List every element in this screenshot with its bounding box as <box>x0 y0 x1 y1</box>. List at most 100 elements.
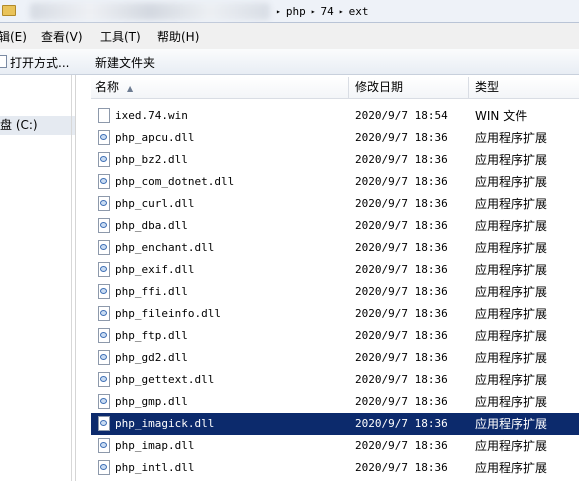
column-header-date[interactable]: 修改日期 <box>349 77 469 98</box>
file-date: 2020/9/7 18:54 <box>355 109 448 122</box>
file-date: 2020/9/7 18:36 <box>355 417 448 430</box>
breadcrumb-item[interactable]: 74 <box>321 5 334 18</box>
column-header-type[interactable]: 类型 <box>469 77 579 98</box>
dll-icon <box>98 262 110 277</box>
file-date: 2020/9/7 18:36 <box>355 395 448 408</box>
dll-icon <box>98 416 110 431</box>
file-name: php_imagick.dll <box>115 417 215 430</box>
dll-icon <box>98 196 110 211</box>
file-row[interactable]: php_gettext.dll 2020/9/7 18:36 应用程序扩展 <box>91 369 579 391</box>
file-row-selected[interactable]: php_imagick.dll 2020/9/7 18:36 应用程序扩展 <box>91 413 579 435</box>
file-type: 应用程序扩展 <box>475 131 548 145</box>
file-row[interactable]: php_com_dotnet.dll 2020/9/7 18:36 应用程序扩展 <box>91 171 579 193</box>
dll-icon <box>98 394 110 409</box>
dll-icon <box>98 130 110 145</box>
file-row[interactable]: php_exif.dll 2020/9/7 18:36 应用程序扩展 <box>91 259 579 281</box>
nav-item-drive-c[interactable]: 盘 (C:) <box>0 116 75 135</box>
file-date: 2020/9/7 18:36 <box>355 439 448 452</box>
dll-icon <box>98 350 110 365</box>
file-list: ixed.74.win 2020/9/7 18:54 WIN 文件 php_apcu.… <box>91 105 579 479</box>
file-type: WIN 文件 <box>475 109 528 123</box>
file-name: php_gettext.dll <box>115 373 215 386</box>
nav-item-label: 盘 (C:) <box>0 118 38 132</box>
dll-icon <box>98 152 110 167</box>
file-row[interactable]: ixed.74.win 2020/9/7 18:54 WIN 文件 <box>91 105 579 127</box>
file-name: php_dba.dll <box>115 219 188 232</box>
file-type: 应用程序扩展 <box>475 307 548 321</box>
dll-icon <box>98 328 110 343</box>
file-date: 2020/9/7 18:36 <box>355 131 448 144</box>
column-header-name[interactable]: 名称 ▲ <box>91 77 349 98</box>
document-icon <box>0 55 7 68</box>
file-type: 应用程序扩展 <box>475 219 548 233</box>
file-row[interactable]: php_fileinfo.dll 2020/9/7 18:36 应用程序扩展 <box>91 303 579 325</box>
file-type: 应用程序扩展 <box>475 417 548 431</box>
navigation-pane: 盘 (C:) <box>0 75 76 481</box>
file-name: php_com_dotnet.dll <box>115 175 235 188</box>
dll-icon <box>98 240 110 255</box>
file-type: 应用程序扩展 <box>475 153 548 167</box>
file-name: php_gmp.dll <box>115 395 188 408</box>
file-name: php_fileinfo.dll <box>115 307 221 320</box>
file-row[interactable]: php_enchant.dll 2020/9/7 18:36 应用程序扩展 <box>91 237 579 259</box>
open-with-button[interactable]: 打开方式... <box>10 54 69 71</box>
file-name: php_curl.dll <box>115 197 195 210</box>
file-type: 应用程序扩展 <box>475 285 548 299</box>
file-name: php_ffi.dll <box>115 285 188 298</box>
file-date: 2020/9/7 18:36 <box>355 241 448 254</box>
file-row[interactable]: php_imap.dll 2020/9/7 18:36 应用程序扩展 <box>91 435 579 457</box>
dll-icon <box>98 284 110 299</box>
file-date: 2020/9/7 18:36 <box>355 307 448 320</box>
file-name: php_gd2.dll <box>115 351 188 364</box>
menu-bar: 辑(E) 查看(V) 工具(T) 帮助(H) <box>0 23 579 49</box>
dll-icon <box>98 460 110 475</box>
file-date: 2020/9/7 18:36 <box>355 175 448 188</box>
file-row[interactable]: php_ffi.dll 2020/9/7 18:36 应用程序扩展 <box>91 281 579 303</box>
breadcrumb: ▸ php ▸ 74 ▸ ext <box>276 4 368 19</box>
new-folder-button[interactable]: 新建文件夹 <box>95 54 155 71</box>
file-icon <box>98 108 110 123</box>
chevron-right-icon[interactable]: ▸ <box>339 7 344 16</box>
file-name: php_exif.dll <box>115 263 195 276</box>
file-type: 应用程序扩展 <box>475 461 548 475</box>
sort-ascending-icon: ▲ <box>127 84 134 93</box>
menu-help[interactable]: 帮助(H) <box>157 28 199 45</box>
file-row[interactable]: php_intl.dll 2020/9/7 18:36 应用程序扩展 <box>91 457 579 479</box>
file-date: 2020/9/7 18:36 <box>355 329 448 342</box>
menu-tools[interactable]: 工具(T) <box>100 28 141 45</box>
dll-icon <box>98 174 110 189</box>
dll-icon <box>98 218 110 233</box>
folder-icon <box>2 5 16 16</box>
file-date: 2020/9/7 18:36 <box>355 197 448 210</box>
file-row[interactable]: php_apcu.dll 2020/9/7 18:36 应用程序扩展 <box>91 127 579 149</box>
file-date: 2020/9/7 18:36 <box>355 219 448 232</box>
file-date: 2020/9/7 18:36 <box>355 263 448 276</box>
menu-view[interactable]: 查看(V) <box>41 28 83 45</box>
file-type: 应用程序扩展 <box>475 373 548 387</box>
file-name: php_intl.dll <box>115 461 195 474</box>
file-name: php_bz2.dll <box>115 153 188 166</box>
file-row[interactable]: php_bz2.dll 2020/9/7 18:36 应用程序扩展 <box>91 149 579 171</box>
file-type: 应用程序扩展 <box>475 241 548 255</box>
file-type: 应用程序扩展 <box>475 351 548 365</box>
file-row[interactable]: php_gd2.dll 2020/9/7 18:36 应用程序扩展 <box>91 347 579 369</box>
file-row[interactable]: php_gmp.dll 2020/9/7 18:36 应用程序扩展 <box>91 391 579 413</box>
file-type: 应用程序扩展 <box>475 439 548 453</box>
chevron-right-icon[interactable]: ▸ <box>311 7 316 16</box>
file-type: 应用程序扩展 <box>475 197 548 211</box>
file-name: php_ftp.dll <box>115 329 188 342</box>
breadcrumb-item[interactable]: php <box>286 5 306 18</box>
chevron-right-icon: ▸ <box>276 7 281 16</box>
dll-icon <box>98 306 110 321</box>
column-header: 名称 ▲ 修改日期 类型 <box>91 77 579 99</box>
file-row[interactable]: php_dba.dll 2020/9/7 18:36 应用程序扩展 <box>91 215 579 237</box>
file-row[interactable]: php_ftp.dll 2020/9/7 18:36 应用程序扩展 <box>91 325 579 347</box>
breadcrumb-item[interactable]: ext <box>349 5 369 18</box>
file-type: 应用程序扩展 <box>475 329 548 343</box>
address-bar[interactable]: ▸ php ▸ 74 ▸ ext <box>0 0 579 23</box>
menu-edit[interactable]: 辑(E) <box>0 28 27 45</box>
file-name: php_enchant.dll <box>115 241 215 254</box>
column-label: 名称 <box>95 80 120 94</box>
file-row[interactable]: php_curl.dll 2020/9/7 18:36 应用程序扩展 <box>91 193 579 215</box>
file-date: 2020/9/7 18:36 <box>355 285 448 298</box>
